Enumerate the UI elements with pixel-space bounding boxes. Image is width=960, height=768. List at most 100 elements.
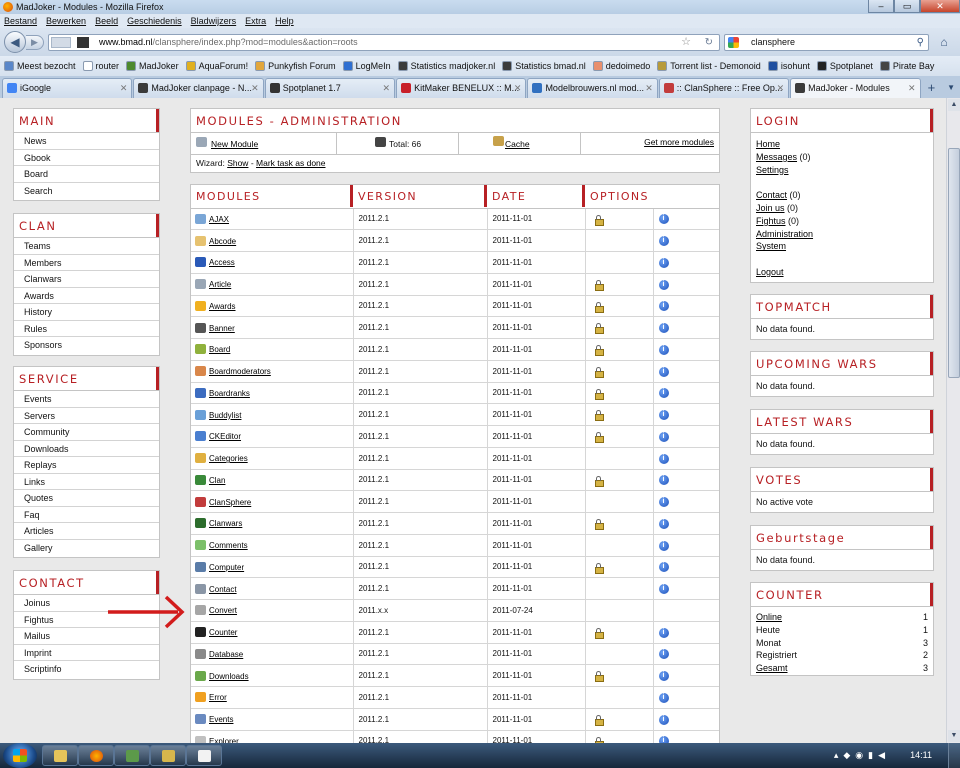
access-lock-icon[interactable] — [594, 714, 604, 726]
bookmark-router[interactable]: router — [81, 56, 125, 76]
access-lock-icon[interactable] — [594, 627, 604, 639]
nav-item-scriptinfo[interactable]: Scriptinfo — [14, 661, 159, 678]
col-version[interactable]: VERSION — [353, 185, 487, 209]
clock[interactable]: 14:11 — [910, 750, 932, 760]
module-link[interactable]: Abcode — [209, 237, 236, 246]
wizard-mark-done-link[interactable]: Mark task as done — [256, 158, 325, 168]
access-lock-icon[interactable] — [594, 519, 604, 531]
module-info-icon[interactable]: i — [658, 562, 669, 573]
bookmark-punkyfish-forum[interactable]: Punkyfish Forum — [253, 56, 341, 76]
bookmark-statistics-bmad-nl[interactable]: Statistics bmad.nl — [500, 56, 591, 76]
menu-help[interactable]: Help — [275, 14, 294, 28]
nav-item-events[interactable]: Events — [14, 391, 159, 408]
cache-link[interactable]: Cache — [505, 139, 530, 149]
login-link-administration[interactable]: Administration — [756, 229, 813, 239]
access-lock-icon[interactable] — [594, 432, 604, 444]
search-input[interactable]: clansphere ⚲ — [724, 34, 929, 51]
module-link[interactable]: Comments — [209, 541, 248, 550]
tab-close-icon[interactable]: ✕ — [383, 79, 391, 97]
reload-icon[interactable]: ↻ — [705, 35, 713, 50]
nav-item-imprint[interactable]: Imprint — [14, 645, 159, 661]
tab-close-icon[interactable]: ✕ — [777, 79, 785, 97]
tray-icons[interactable]: ▴◆◉▮◀ — [834, 750, 890, 761]
tab-madjoker-clanpage-n[interactable]: MadJoker clanpage - N... ✕ — [133, 78, 264, 98]
bookmark-statistics-madjoker-nl[interactable]: Statistics madjoker.nl — [396, 56, 501, 76]
search-icon[interactable]: ⚲ — [917, 35, 924, 50]
module-info-icon[interactable]: i — [658, 736, 669, 743]
nav-item-community[interactable]: Community — [14, 424, 159, 441]
access-lock-icon[interactable] — [594, 671, 604, 683]
module-link[interactable]: Downloads — [209, 672, 249, 681]
tab-close-icon[interactable]: ✕ — [120, 79, 128, 97]
taskbar-explorer-button[interactable] — [42, 745, 78, 766]
nav-item-quotes[interactable]: Quotes — [14, 490, 159, 507]
home-icon[interactable]: ⌂ — [934, 34, 954, 51]
module-info-icon[interactable]: i — [658, 214, 669, 225]
module-link[interactable]: Categories — [209, 454, 248, 463]
col-modules[interactable]: MODULES — [191, 185, 353, 209]
module-info-icon[interactable]: i — [658, 410, 669, 421]
bookmark-aquaforum[interactable]: AquaForum! — [184, 56, 254, 76]
bookmark-isohunt[interactable]: isohunt — [766, 56, 815, 76]
logout-link[interactable]: Logout — [756, 267, 784, 277]
module-info-icon[interactable]: i — [658, 540, 669, 551]
bookmark-torrent-list-demonoid[interactable]: Torrent list - Demonoid — [655, 56, 766, 76]
nav-item-news[interactable]: News — [14, 133, 159, 150]
wizard-show-link[interactable]: Show — [227, 158, 248, 168]
nav-item-links[interactable]: Links — [14, 474, 159, 490]
module-info-icon[interactable]: i — [658, 431, 669, 442]
show-desktop-button[interactable] — [948, 743, 960, 768]
access-lock-icon[interactable] — [594, 410, 604, 422]
module-info-icon[interactable]: i — [658, 279, 669, 290]
taskbar-app-button[interactable] — [114, 745, 150, 766]
menu-geschiedenis[interactable]: Geschiedenis — [127, 14, 182, 28]
counter-label[interactable]: Online — [756, 611, 782, 624]
access-lock-icon[interactable] — [594, 562, 604, 574]
module-info-icon[interactable]: i — [658, 344, 669, 355]
nav-item-faq[interactable]: Faq — [14, 507, 159, 523]
module-info-icon[interactable]: i — [658, 257, 669, 268]
module-link[interactable]: Events — [209, 715, 233, 724]
tab-close-icon[interactable]: ✕ — [251, 79, 259, 97]
nav-item-replays[interactable]: Replays — [14, 457, 159, 474]
tab-close-icon[interactable]: ✕ — [908, 79, 916, 97]
new-module-link[interactable]: New Module — [211, 139, 258, 149]
module-link[interactable]: Boardmoderators — [209, 367, 271, 376]
nav-item-board[interactable]: Board — [14, 166, 159, 183]
new-tab-button[interactable]: + — [922, 79, 942, 97]
module-info-icon[interactable]: i — [658, 453, 669, 464]
module-link[interactable]: Boardranks — [209, 389, 250, 398]
tab-igoogle[interactable]: iGoogle ✕ — [2, 78, 133, 98]
tab-clansphere-free-op[interactable]: :: ClanSphere :: Free Op... ✕ — [658, 78, 790, 98]
module-info-icon[interactable]: i — [658, 584, 669, 595]
taskbar-app3-button[interactable] — [186, 745, 222, 766]
back-button[interactable]: ◀ — [4, 31, 26, 53]
access-lock-icon[interactable] — [594, 279, 604, 291]
module-link[interactable]: Clanwars — [209, 519, 242, 528]
module-link[interactable]: Banner — [209, 324, 235, 333]
taskbar-app2-button[interactable] — [150, 745, 186, 766]
counter-label[interactable]: Gesamt — [756, 662, 788, 675]
module-link[interactable]: Contact — [209, 585, 237, 594]
module-info-icon[interactable]: i — [658, 475, 669, 486]
login-link-home[interactable]: Home — [756, 139, 780, 149]
tab-kitmaker-benelux-m[interactable]: KitMaker BENELUX :: M... ✕ — [396, 78, 527, 98]
menu-beeld[interactable]: Beeld — [95, 14, 118, 28]
login-link-join-us[interactable]: Join us — [756, 203, 785, 213]
nav-item-clanwars[interactable]: Clanwars — [14, 271, 159, 288]
tab-madjoker-modules[interactable]: MadJoker - Modules ✕ — [790, 78, 921, 98]
module-info-icon[interactable]: i — [658, 366, 669, 377]
scroll-up-arrow-icon[interactable]: ▲ — [948, 99, 960, 111]
nav-item-gallery[interactable]: Gallery — [14, 540, 159, 557]
module-link[interactable]: Error — [209, 693, 227, 702]
access-lock-icon[interactable] — [594, 214, 604, 226]
module-link[interactable]: ClanSphere — [209, 498, 251, 507]
forward-button[interactable]: ▶ — [26, 35, 44, 50]
google-icon[interactable] — [728, 37, 739, 48]
module-info-icon[interactable]: i — [658, 388, 669, 399]
scroll-thumb[interactable] — [948, 148, 960, 378]
col-date[interactable]: DATE — [487, 185, 585, 209]
module-link[interactable]: AJAX — [209, 215, 229, 224]
nav-item-awards[interactable]: Awards — [14, 288, 159, 304]
minimize-button[interactable]: – — [868, 0, 894, 13]
